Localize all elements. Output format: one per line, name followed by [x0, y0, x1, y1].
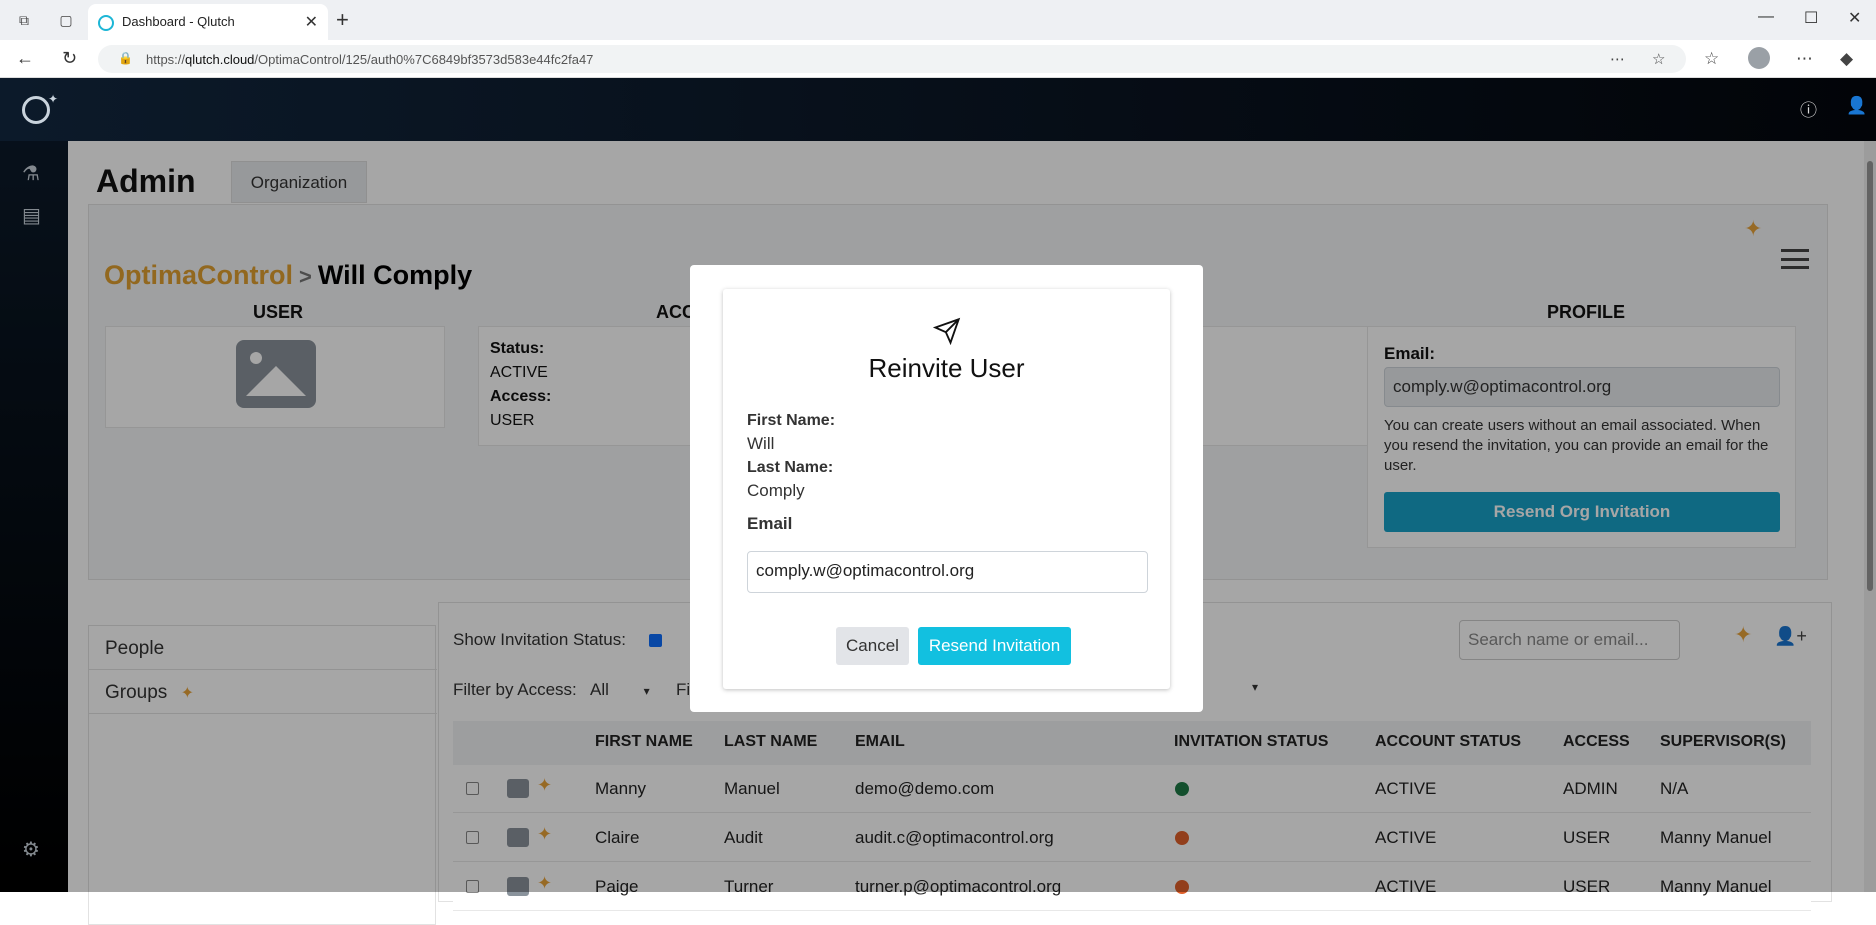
browser-tab[interactable]: Dashboard - Qlutch ✕ [88, 4, 328, 40]
last-name-label: Last Name: [747, 459, 834, 476]
refresh-icon[interactable]: ↻ [62, 48, 77, 69]
email-label: Email [747, 514, 793, 533]
account-icon[interactable]: 👤 [1846, 96, 1867, 116]
close-window-icon[interactable]: ✕ [1848, 8, 1861, 28]
qlutch-favicon-icon [98, 15, 114, 31]
favorite-star-icon[interactable]: ☆ [1652, 50, 1665, 68]
reinvite-user-card: Reinvite User First Name: Will Last Name… [723, 289, 1170, 689]
back-icon[interactable]: ← [16, 48, 34, 69]
new-tab-icon[interactable]: + [336, 7, 349, 33]
reader-icon[interactable]: ⋯ [1610, 50, 1625, 68]
last-name-value: Comply [747, 481, 805, 500]
modal-title: Reinvite User [868, 353, 1025, 383]
address-bar-row: ← ↻ 🔒 https://qlutch.cloud/OptimaControl… [0, 40, 1876, 78]
browser-tab-strip: ⧉ ▢ Dashboard - Qlutch ✕ + — ☐ ✕ [0, 0, 1876, 40]
help-icon[interactable]: ⓘ [1800, 96, 1817, 121]
reinvite-user-modal: Reinvite User First Name: Will Last Name… [690, 265, 1203, 712]
qlutch-logo-icon[interactable] [22, 96, 50, 124]
paper-plane-icon [932, 317, 961, 352]
tab-title: Dashboard - Qlutch [122, 14, 235, 29]
close-tab-icon[interactable]: ✕ [305, 12, 318, 32]
lock-icon[interactable]: 🔒 [118, 51, 133, 65]
resend-invitation-button[interactable]: Resend Invitation [918, 627, 1071, 665]
minimize-icon[interactable]: — [1758, 8, 1774, 26]
cancel-button[interactable]: Cancel [836, 627, 909, 665]
first-name-label: First Name: [747, 412, 836, 429]
tab-actions-icon[interactable]: ▢ [56, 10, 76, 30]
app-top-bar: ✦ ⓘ 👤 [0, 78, 1876, 141]
workspaces-icon[interactable]: ⧉ [14, 10, 34, 30]
url-text: https://qlutch.cloud/OptimaControl/125/a… [146, 52, 594, 67]
email-input[interactable]: comply.w@optimacontrol.org [747, 551, 1148, 593]
logo-sparkle-icon: ✦ [48, 92, 59, 106]
first-name-value: Will [747, 434, 775, 453]
address-bar[interactable]: 🔒 https://qlutch.cloud/OptimaControl/125… [98, 45, 1686, 73]
maximize-icon[interactable]: ☐ [1804, 8, 1818, 28]
copilot-icon[interactable]: ◆ [1840, 49, 1853, 69]
favorites-icon[interactable]: ☆ [1704, 49, 1719, 69]
more-options-icon[interactable]: ⋯ [1796, 49, 1813, 69]
browser-profile-icon[interactable] [1748, 47, 1770, 69]
